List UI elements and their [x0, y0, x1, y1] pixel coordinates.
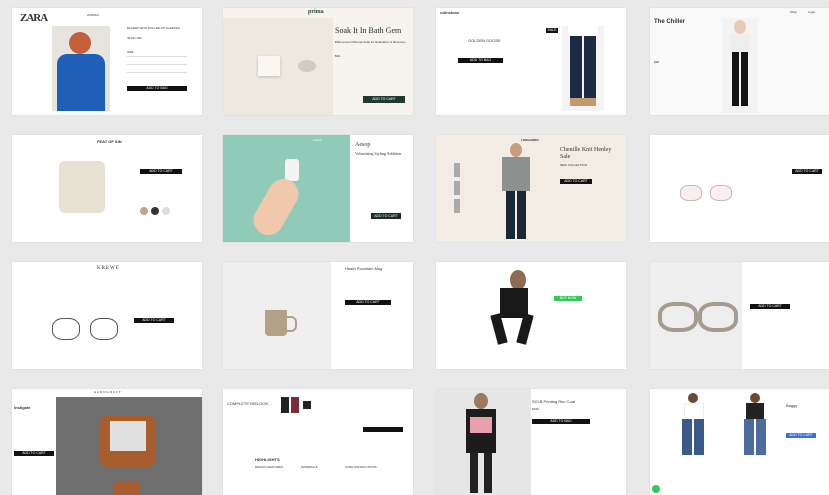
product-subtitle: Volumising Styling Addition [355, 151, 401, 156]
add-to-cart-button[interactable]: ADD TO CART [134, 318, 174, 323]
card-turtleneck[interactable]: LONGHORN Chenille Knit Henley Sale NEW C… [436, 135, 626, 242]
product-image-glasses [52, 318, 80, 340]
divider [127, 72, 187, 73]
product-price: $195 [532, 407, 539, 411]
brand-logo[interactable]: COMPLETETHELOOK [227, 401, 268, 406]
product-image-jeans [678, 393, 708, 455]
product-subtitle: NEW COLLECTION [560, 163, 588, 167]
product-subtitle: Effervescent Mineral Soak for Relaxation… [335, 40, 406, 44]
add-to-cart-button[interactable]: ADD TO CART [792, 169, 822, 174]
design-features: DESIGN FEATURES [255, 465, 284, 469]
card-chiller[interactable]: Shop Login The Chiller $98 [650, 8, 829, 115]
add-to-bag-button[interactable]: ADD TO BAG [532, 419, 590, 424]
size-label: SIZE [127, 50, 134, 54]
product-title: Aesop [355, 142, 371, 148]
sale-badge: SALE [546, 28, 558, 33]
product-image-blazer [52, 26, 110, 111]
card-zara[interactable]: ZARA WOMAN BLAZER WITH ROLLED-UP SLEEVES… [12, 8, 202, 115]
brand-logo[interactable]: ZARA [20, 12, 48, 24]
product-price: $98 [654, 60, 660, 64]
product-title: Baggy [786, 403, 798, 408]
brand-logo[interactable]: FEAT OF SIN [97, 139, 122, 144]
product-title: The Chiller [654, 19, 686, 25]
add-to-cart-button[interactable]: ADD TO CART [363, 96, 405, 103]
product-title: Chenille Knit Henley Sale [560, 147, 612, 160]
divider [127, 64, 187, 65]
product-image-glasses [680, 185, 702, 201]
product-title: SCLB Printing Rec Coat [532, 399, 575, 404]
thumbnail-1[interactable] [454, 163, 460, 177]
product-title: BLAZER WITH ROLLED-UP SLEEVES [127, 26, 180, 30]
add-to-cart-button[interactable]: ADD TO CART [371, 213, 401, 219]
product-image-backpack [56, 397, 202, 495]
look-thumb[interactable] [281, 397, 289, 413]
product-title: Soak It In Bath Gem [335, 26, 402, 35]
brand-logo[interactable]: rollnstone [440, 10, 459, 15]
card-glasses1[interactable]: ADD TO CART [650, 135, 829, 242]
add-to-cart-button[interactable]: ADD TO CART [560, 179, 592, 184]
card-completethelook[interactable]: COMPLETETHELOOK HIGHLIGHTS DESIGN FEATUR… [223, 389, 413, 495]
add-to-cart-button[interactable] [363, 427, 403, 432]
nav-login[interactable]: Login [808, 10, 815, 15]
add-to-cart-button[interactable]: ADD TO CART [750, 304, 790, 309]
product-image-tights [484, 264, 546, 346]
brand-logo[interactable]: HARDGRAFT [94, 390, 122, 395]
care-instructions: CARE INSTRUCTIONS [345, 465, 377, 469]
color-swatch[interactable] [140, 207, 148, 215]
add-to-cart-button[interactable]: ADD TO CART [14, 451, 54, 456]
add-to-bag-button[interactable]: ADD TO BAG [458, 58, 503, 63]
add-to-cart-button[interactable]: ADD TO CART [786, 433, 816, 438]
product-image-jeans [562, 26, 604, 111]
product-image-glasses [650, 262, 742, 369]
product-title: GOLDEN GOOSE [468, 38, 501, 43]
nav-shop[interactable]: Shop [790, 10, 797, 15]
divider [127, 56, 187, 57]
product-image-mug [223, 262, 331, 369]
add-to-bag-button[interactable]: ADD TO BAG [127, 86, 187, 91]
thumbnail-2[interactable] [454, 181, 460, 195]
product-title: Instigate [14, 405, 31, 410]
highlights-heading: HIGHLIGHTS [255, 457, 280, 462]
card-coat[interactable]: SCLB Printing Rec Coat $195 ADD TO BAG [436, 389, 626, 495]
card-aesop[interactable]: Aesop Aesop Volumising Styling Addition … [223, 135, 413, 242]
card-jacket[interactable]: FEAT OF SIN ADD TO CART [12, 135, 202, 242]
card-prima[interactable]: prima Soak It In Bath Gem Effervescent M… [223, 8, 413, 115]
look-thumb[interactable] [303, 401, 311, 409]
add-to-cart-button[interactable]: ADD TO CART [140, 169, 182, 174]
chat-icon[interactable] [652, 485, 660, 493]
product-image-glasses [90, 318, 118, 340]
add-to-cart-button[interactable]: ADD TO CART [345, 300, 391, 305]
card-rollingstone[interactable]: rollnstone GOLDEN GOOSE ADD TO BAG SALE [436, 8, 626, 115]
color-swatch[interactable] [162, 207, 170, 215]
card-tights[interactable]: BUY NOW [436, 262, 626, 369]
card-glasses2[interactable]: ADD TO CART [650, 262, 829, 369]
buy-now-button[interactable]: BUY NOW [554, 296, 582, 301]
product-image-hand: Aesop [223, 135, 350, 242]
card-mug[interactable]: Heath Porcelain Mug ADD TO CART [223, 262, 413, 369]
thumbnail-3[interactable] [454, 199, 460, 213]
brand-logo[interactable]: Aesop [313, 138, 322, 143]
product-image-glasses [710, 185, 732, 201]
product-image-leggings [722, 18, 758, 113]
look-thumb[interactable] [291, 397, 299, 413]
product-image-model [496, 141, 536, 241]
product-price: 49.90 USD [127, 36, 142, 40]
brand-logo[interactable]: KREWE [97, 266, 120, 271]
card-krewe[interactable]: KREWE ADD TO CART [12, 262, 202, 369]
product-image-jeans [740, 393, 770, 455]
color-swatch[interactable] [151, 207, 159, 215]
nav-link[interactable]: WOMAN [87, 13, 99, 18]
product-price: $36 [335, 54, 341, 58]
card-backpack[interactable]: HARDGRAFT Instigate ADD TO CART [12, 389, 202, 495]
materials: MATERIALS [301, 465, 318, 469]
product-image-jacket [47, 157, 117, 217]
product-image-coat [436, 389, 531, 495]
brand-logo[interactable]: prima [308, 9, 324, 15]
product-title: Heath Porcelain Mug [345, 266, 383, 271]
product-image-bathgem [223, 18, 333, 115]
card-jeans[interactable]: Baggy ADD TO CART [650, 389, 829, 495]
